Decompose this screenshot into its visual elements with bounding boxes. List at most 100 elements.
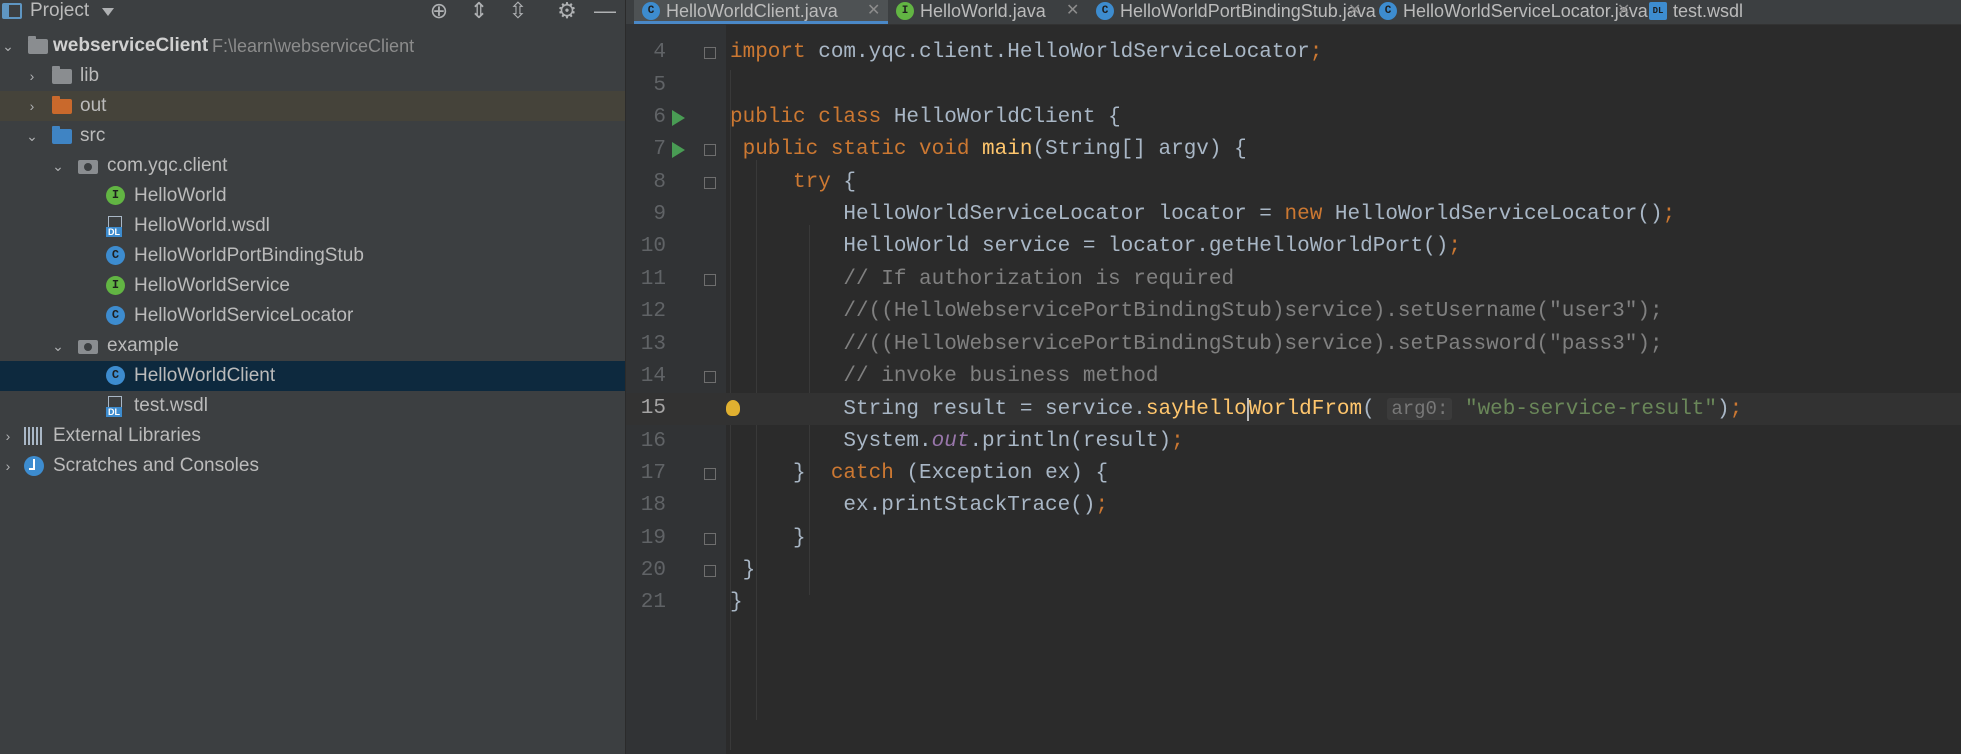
line-number: 11 [640,268,666,291]
library-icon [24,426,44,446]
chevron-right-icon[interactable]: › [0,458,16,474]
tree-item-HelloWorldPortBindingStub[interactable]: C HelloWorldPortBindingStub [0,241,625,271]
tree-item-test-wsdl[interactable]: DL test.wsdl [0,391,625,421]
tree-item-scratches-and-consoles[interactable]: › Scratches and Consoles [0,451,625,481]
code-line-current[interactable]: 15 String result = service.sayHelloWorld… [626,393,1961,425]
chevron-right-icon[interactable]: › [24,98,40,114]
fold-icon[interactable] [704,565,716,577]
code-text: } [730,527,806,550]
close-icon[interactable]: ✕ [1617,0,1630,22]
fold-icon[interactable] [704,144,716,156]
tree-item-HelloWorldService[interactable]: I HelloWorldService [0,271,625,301]
line-number: 6 [653,106,666,129]
gear-icon[interactable]: ⚙ [554,0,580,22]
code-line[interactable]: 18 ex.printStackTrace(); [626,490,1961,522]
code-line[interactable]: 20 } [626,555,1961,587]
locate-icon[interactable]: ⊕ [426,0,452,22]
tree-item-label: Scratches and Consoles [53,455,259,476]
tree-item-package-example[interactable]: ⌄ example [0,331,625,361]
fold-icon[interactable] [704,177,716,189]
tab-test-wsdl[interactable]: DL test.wsdl [1641,0,1781,24]
chevron-down-icon[interactable]: ⌄ [0,38,16,54]
code-text: } [730,559,756,582]
line-number: 13 [640,333,666,356]
tab-HelloWorldServiceLocator-java[interactable]: C HelloWorldServiceLocator.java ✕ [1371,0,1648,24]
code-line[interactable]: 19 } [626,523,1961,555]
project-view-selector[interactable]: Project [30,0,89,22]
tree-item-webserviceClient[interactable]: ⌄ webserviceClient F:\learn\webserviceCl… [0,31,625,61]
line-number: 7 [653,138,666,161]
editor-tab-bar: C HelloWorldClient.java ✕ I HelloWorld.j… [626,0,1961,25]
code-line[interactable]: 6 public class HelloWorldClient { [626,102,1961,134]
hide-panel-icon[interactable]: — [592,0,618,22]
chevron-down-icon[interactable]: ⌄ [24,128,40,144]
line-number: 4 [653,41,666,64]
code-text: String result = service.sayHelloWorldFro… [730,398,1743,421]
code-text: // invoke business method [730,365,1159,388]
fold-icon[interactable] [704,533,716,545]
collapse-all-icon[interactable]: ⇳ [505,0,531,22]
tab-HelloWorld-java[interactable]: I HelloWorld.java ✕ [888,0,1088,24]
folder-icon [52,66,72,86]
tree-item-HelloWorld-wsdl[interactable]: DL HelloWorld.wsdl [0,211,625,241]
fold-icon[interactable] [704,371,716,383]
code-line[interactable]: 13 //((HelloWebservicePortBindingStub)se… [626,329,1961,361]
code-line[interactable]: 4 import com.yqc.client.HelloWorldServic… [626,37,1961,69]
tree-item-HelloWorld[interactable]: I HelloWorld [0,181,625,211]
tab-HelloWorldClient-java[interactable]: C HelloWorldClient.java ✕ [634,0,888,24]
code-line[interactable]: 9 HelloWorldServiceLocator locator = new… [626,199,1961,231]
class-icon: C [1096,2,1114,20]
expand-all-icon[interactable]: ⇕ [466,0,492,22]
wsdl-file-icon: DL [106,216,126,237]
code-line[interactable]: 16 System.out.println(result); [626,426,1961,458]
run-icon[interactable] [672,110,685,126]
code-line[interactable]: 5 [626,70,1961,102]
package-icon [78,336,98,356]
tree-item-label: HelloWorld.wsdl [134,215,270,236]
tree-item-label: External Libraries [53,425,201,446]
line-number: 20 [640,559,666,582]
code-line[interactable]: 11 // If authorization is required [626,264,1961,296]
code-line[interactable]: 14 // invoke business method [626,361,1961,393]
chevron-down-icon[interactable] [102,8,114,16]
fold-icon[interactable] [704,47,716,59]
tree-item-HelloWorldServiceLocator[interactable]: C HelloWorldServiceLocator [0,301,625,331]
chevron-down-icon[interactable]: ⌄ [50,338,66,354]
tree-item-package-com-yqc-client[interactable]: ⌄ com.yqc.client [0,151,625,181]
scratches-icon [24,456,44,476]
tree-item-label: lib [80,65,100,86]
code-line[interactable]: 12 //((HelloWebservicePortBindingStub)se… [626,296,1961,328]
code-line[interactable]: 17 } catch (Exception ex) { [626,458,1961,490]
line-number: 15 [640,397,666,420]
wsdl-file-icon: DL [1649,2,1667,20]
chevron-right-icon[interactable]: › [0,428,16,444]
close-icon[interactable]: ✕ [867,0,880,22]
tab-label: HelloWorldClient.java [666,1,838,21]
close-icon[interactable]: ✕ [1348,0,1361,22]
tree-item-src[interactable]: ⌄ src [0,121,625,151]
tree-item-external-libraries[interactable]: › External Libraries [0,421,625,451]
close-icon[interactable]: ✕ [1066,0,1079,22]
code-line[interactable]: 8 try { [626,167,1961,199]
tree-item-label: HelloWorldServiceLocator [134,305,354,326]
fold-icon[interactable] [704,274,716,286]
tree-item-lib[interactable]: › lib [0,61,625,91]
tree-item-HelloWorldClient[interactable]: C HelloWorldClient [0,361,625,391]
tree-item-label: HelloWorldClient [134,365,276,386]
editor-area: C HelloWorldClient.java ✕ I HelloWorld.j… [626,0,1961,754]
chevron-right-icon[interactable]: › [24,68,40,84]
class-icon: C [106,246,126,266]
tab-HelloWorldPortBindingStub-java[interactable]: C HelloWorldPortBindingStub.java ✕ [1088,0,1376,24]
code-line[interactable]: 21 } [626,587,1961,619]
code-line[interactable]: 10 HelloWorld service = locator.getHello… [626,231,1961,263]
class-icon: C [1379,2,1397,20]
code-text: public class HelloWorldClient { [730,106,1121,129]
chevron-down-icon[interactable]: ⌄ [50,158,66,174]
project-panel-header: Project ⊕ ⇕ ⇳ ⚙ — [0,0,625,24]
fold-icon[interactable] [704,468,716,480]
run-icon[interactable] [672,142,685,158]
project-icon [2,3,22,19]
tab-label: HelloWorld.java [920,1,1046,21]
code-line[interactable]: 7 public static void main(String[] argv)… [626,134,1961,166]
tree-item-out[interactable]: › out [0,91,625,121]
